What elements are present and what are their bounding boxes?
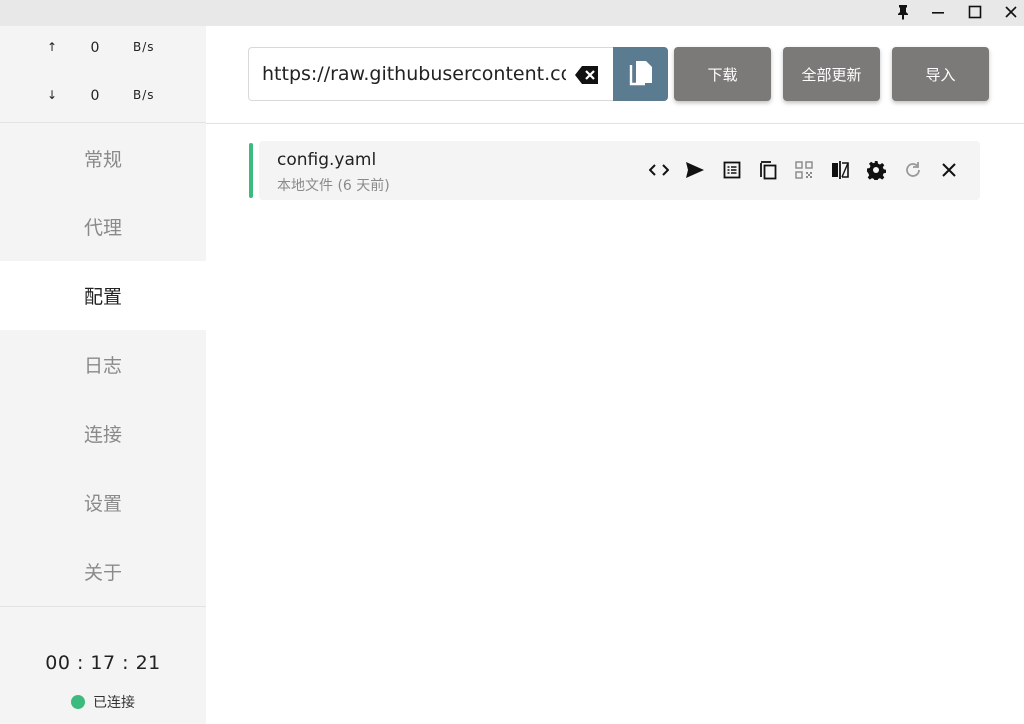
profile-card[interactable]: config.yaml 本地文件 (6 天前) (259, 141, 980, 200)
sidebar-item-general[interactable]: 常规 (0, 124, 206, 193)
connection-status: 已连接 (0, 692, 206, 712)
profile-subtitle: 本地文件 (6 天前) (277, 178, 390, 194)
upload-speed: ↑ 0 B/s (0, 40, 206, 64)
status-dot-icon (71, 695, 85, 709)
sidebar-item-about[interactable]: 关于 (0, 537, 206, 606)
qrcode-icon[interactable] (792, 158, 816, 182)
download-value: 0 (90, 88, 100, 104)
toolbar-divider (206, 123, 1024, 124)
download-speed: ↓ 0 B/s (0, 88, 206, 112)
download-arrow-icon: ↓ (46, 88, 58, 102)
upload-arrow-icon: ↑ (46, 40, 58, 54)
copy-icon[interactable] (756, 158, 780, 182)
paste-button[interactable] (613, 47, 668, 101)
refresh-icon[interactable] (901, 158, 925, 182)
download-button[interactable]: 下载 (674, 47, 771, 101)
compare-icon[interactable] (828, 158, 852, 182)
url-text[interactable]: https://raw.githubusercontent.com (262, 63, 566, 85)
settings-icon[interactable] (864, 158, 888, 182)
title-bar (0, 0, 1024, 26)
upload-value: 0 (90, 40, 100, 56)
send-icon[interactable] (683, 158, 707, 182)
paste-icon (629, 61, 652, 86)
download-unit: B/s (133, 88, 155, 102)
close-icon[interactable] (994, 0, 1024, 24)
update-all-button[interactable]: 全部更新 (783, 47, 880, 101)
sidebar-item-connections[interactable]: 连接 (0, 399, 206, 468)
sidebar-item-profiles[interactable]: 配置 (0, 261, 206, 330)
import-button[interactable]: 导入 (892, 47, 989, 101)
sidebar-item-settings[interactable]: 设置 (0, 468, 206, 537)
minimize-icon[interactable] (921, 0, 955, 24)
list-icon[interactable] (720, 158, 744, 182)
pin-icon[interactable] (886, 0, 920, 24)
connection-label: 已连接 (93, 695, 135, 711)
upload-unit: B/s (133, 40, 155, 54)
remove-icon[interactable] (937, 158, 961, 182)
clear-input-icon[interactable] (574, 64, 600, 86)
sidebar: ↑ 0 B/s ↓ 0 B/s 常规 代理 配置 日志 连接 设置 关于 00 … (0, 26, 206, 724)
sidebar-item-proxy[interactable]: 代理 (0, 192, 206, 261)
uptime-clock: 00 : 17 : 21 (45, 652, 161, 674)
code-icon[interactable] (647, 158, 671, 182)
traffic-speed-panel: ↑ 0 B/s ↓ 0 B/s (0, 26, 206, 123)
profile-url-input[interactable]: https://raw.githubusercontent.com (248, 47, 614, 101)
profile-name: config.yaml (277, 150, 377, 170)
maximize-icon[interactable] (958, 0, 992, 24)
sidebar-item-logs[interactable]: 日志 (0, 330, 206, 399)
active-profile-indicator (249, 143, 253, 198)
sidebar-divider (0, 606, 206, 607)
